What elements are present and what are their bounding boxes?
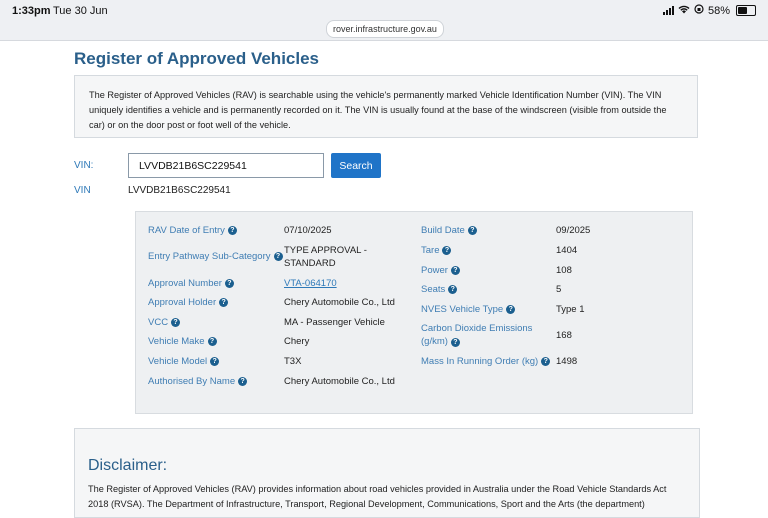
vehicle-model-value: T3X <box>284 356 302 367</box>
help-icon[interactable]: ? <box>450 266 460 275</box>
disclaimer-text: The Register of Approved Vehicles (RAV) … <box>88 484 667 509</box>
help-icon[interactable]: ? <box>171 318 181 327</box>
battery-icon <box>736 5 756 16</box>
help-icon[interactable]: ? <box>224 279 234 288</box>
vin-label: VIN: <box>74 160 94 171</box>
status-time: 1:33pm <box>12 5 51 17</box>
status-date: Tue 30 Jun <box>53 5 108 17</box>
vin-input[interactable] <box>128 153 324 178</box>
seats-label: Seats? <box>421 283 458 296</box>
vin-result-label: VIN <box>74 185 91 196</box>
authorised-by-label-text: Authorised By Name <box>148 376 236 387</box>
approval-number-label: Approval Number? <box>148 277 234 290</box>
mass-label: Mass In Running Order (kg)? <box>421 355 551 368</box>
nves-type-value: Type 1 <box>556 304 585 315</box>
approval-holder-label-text: Approval Holder <box>148 297 217 308</box>
build-date-value: 09/2025 <box>556 225 591 236</box>
rav-date-value: 07/10/2025 <box>284 225 332 236</box>
disclaimer-title: Disclaimer: <box>88 457 168 474</box>
mass-value: 1498 <box>556 356 578 367</box>
vehicle-make-label-text: Vehicle Make <box>148 336 205 347</box>
approval-holder-label: Approval Holder? <box>148 296 229 309</box>
vehicle-make-label: Vehicle Make? <box>148 335 217 348</box>
intro-box: The Register of Approved Vehicles (RAV) … <box>74 75 698 138</box>
page-title: Register of Approved Vehicles <box>74 49 319 68</box>
rav-date-label-text: RAV Date of Entry <box>148 225 225 236</box>
wifi-icon <box>678 5 690 17</box>
tare-value: 1404 <box>556 245 578 256</box>
tare-label: Tare? <box>421 244 452 257</box>
approval-holder-value: Chery Automobile Co., Ltd <box>284 297 395 308</box>
rav-date-label: RAV Date of Entry? <box>148 224 237 237</box>
vin-result-value: LVVDB21B6SC229541 <box>128 185 231 196</box>
status-indicators: 58% <box>662 4 756 17</box>
approval-number-label-text: Approval Number <box>148 278 222 289</box>
help-icon[interactable]: ? <box>450 338 460 347</box>
authorised-by-label: Authorised By Name? <box>148 375 248 388</box>
approval-number-link[interactable]: VTA-064170 <box>284 278 337 289</box>
vcc-label: VCC? <box>148 316 181 329</box>
co2-label: Carbon Dioxide Emissions (g/km)? <box>421 322 547 348</box>
power-label-text: Power <box>421 265 448 276</box>
battery-percent: 58% <box>707 4 730 17</box>
help-icon[interactable]: ? <box>442 246 452 255</box>
vcc-label-text: VCC <box>148 317 169 328</box>
build-date-label-text: Build Date <box>421 225 465 236</box>
help-icon[interactable]: ? <box>210 357 220 366</box>
help-icon[interactable]: ? <box>541 357 551 366</box>
mass-label-text: Mass In Running Order (kg) <box>421 356 539 367</box>
tare-label-text: Tare <box>421 245 440 256</box>
power-label: Power? <box>421 264 460 277</box>
help-icon[interactable]: ? <box>207 337 217 346</box>
cellular-signal-icon <box>662 6 674 15</box>
pathway-label: Entry Pathway Sub-Category? <box>148 250 283 263</box>
help-icon[interactable]: ? <box>506 305 516 314</box>
help-icon[interactable]: ? <box>219 298 229 307</box>
approval-number-value: VTA-064170 <box>284 277 337 290</box>
authorised-by-value: Chery Automobile Co., Ltd <box>284 376 395 387</box>
help-icon[interactable]: ? <box>467 226 477 235</box>
ios-status-bar: 1:33pm Tue 30 Jun rover.infrastructure.g… <box>0 0 768 41</box>
nves-type-label-text: NVES Vehicle Type <box>421 304 504 315</box>
vehicle-model-label-text: Vehicle Model <box>148 356 208 367</box>
power-value: 108 <box>556 265 572 276</box>
search-button[interactable]: Search <box>331 153 381 178</box>
address-bar[interactable]: rover.infrastructure.gov.au <box>326 20 444 38</box>
vcc-value: MA - Passenger Vehicle <box>284 317 385 328</box>
vehicle-model-label: Vehicle Model? <box>148 355 220 368</box>
nves-type-label: NVES Vehicle Type? <box>421 303 516 316</box>
build-date-label: Build Date? <box>421 224 477 237</box>
vehicle-make-value: Chery <box>284 336 310 347</box>
help-icon[interactable]: ? <box>238 377 248 386</box>
co2-label-text: Carbon Dioxide Emissions (g/km) <box>421 323 533 347</box>
pathway-value: TYPE APPROVAL - STANDARD <box>284 245 367 269</box>
pathway-label-text: Entry Pathway Sub-Category <box>148 251 271 262</box>
seats-label-text: Seats <box>421 284 446 295</box>
help-icon[interactable]: ? <box>227 226 237 235</box>
help-icon[interactable]: ? <box>448 285 458 294</box>
help-icon[interactable]: ? <box>273 252 283 261</box>
orientation-lock-icon <box>694 4 704 17</box>
disclaimer-box: Disclaimer: The Register of Approved Veh… <box>74 428 700 518</box>
co2-value: 168 <box>556 330 572 341</box>
seats-value: 5 <box>556 284 562 295</box>
